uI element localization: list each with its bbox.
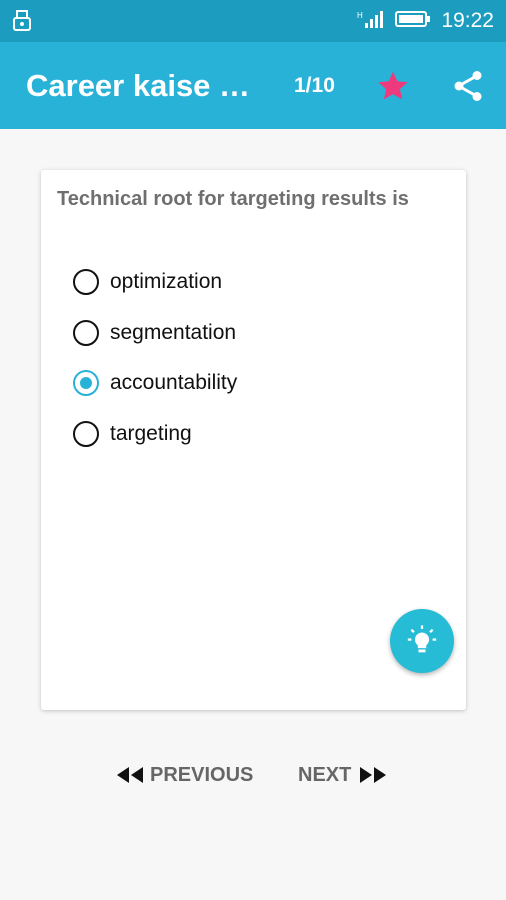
question-card: Technical root for targeting results is … bbox=[41, 170, 466, 710]
radio-button-selected[interactable] bbox=[73, 370, 99, 396]
option-label: segmentation bbox=[110, 321, 237, 344]
star-icon bbox=[378, 71, 408, 100]
share-icon bbox=[454, 71, 482, 101]
next-label: NEXT bbox=[298, 763, 352, 786]
rewind-icon bbox=[117, 767, 143, 783]
previous-button[interactable]: PREVIOUS bbox=[116, 760, 253, 790]
svg-text:H: H bbox=[357, 11, 363, 20]
option-label: optimization bbox=[110, 270, 223, 293]
option-optimization[interactable]: optimization bbox=[73, 262, 222, 302]
question-counter: 1/10 bbox=[294, 74, 335, 97]
share-button[interactable] bbox=[450, 68, 486, 104]
battery-icon bbox=[395, 10, 431, 33]
signal-icon: H bbox=[357, 9, 385, 34]
usb-icon bbox=[12, 10, 32, 32]
fast-forward-icon bbox=[360, 767, 387, 783]
clock: 19:22 bbox=[441, 9, 494, 32]
hint-button[interactable] bbox=[390, 609, 454, 673]
previous-label: PREVIOUS bbox=[150, 763, 254, 786]
option-accountability[interactable]: accountability bbox=[73, 363, 237, 403]
radio-button[interactable] bbox=[73, 269, 99, 295]
app-title: Career kaise c... bbox=[26, 68, 262, 103]
option-label: targeting bbox=[110, 422, 192, 445]
favorite-button[interactable] bbox=[375, 68, 411, 104]
option-targeting[interactable]: targeting bbox=[73, 414, 192, 454]
option-segmentation[interactable]: segmentation bbox=[73, 313, 236, 353]
next-button[interactable]: NEXT bbox=[298, 760, 387, 790]
lightbulb-icon bbox=[407, 625, 437, 653]
option-label: accountability bbox=[110, 371, 238, 394]
radio-button[interactable] bbox=[73, 320, 99, 346]
app-bar: Career kaise c... 1/10 bbox=[0, 42, 506, 129]
question-text: Technical root for targeting results is bbox=[57, 188, 409, 210]
radio-button[interactable] bbox=[73, 421, 99, 447]
status-bar: H 19:22 bbox=[0, 0, 506, 42]
